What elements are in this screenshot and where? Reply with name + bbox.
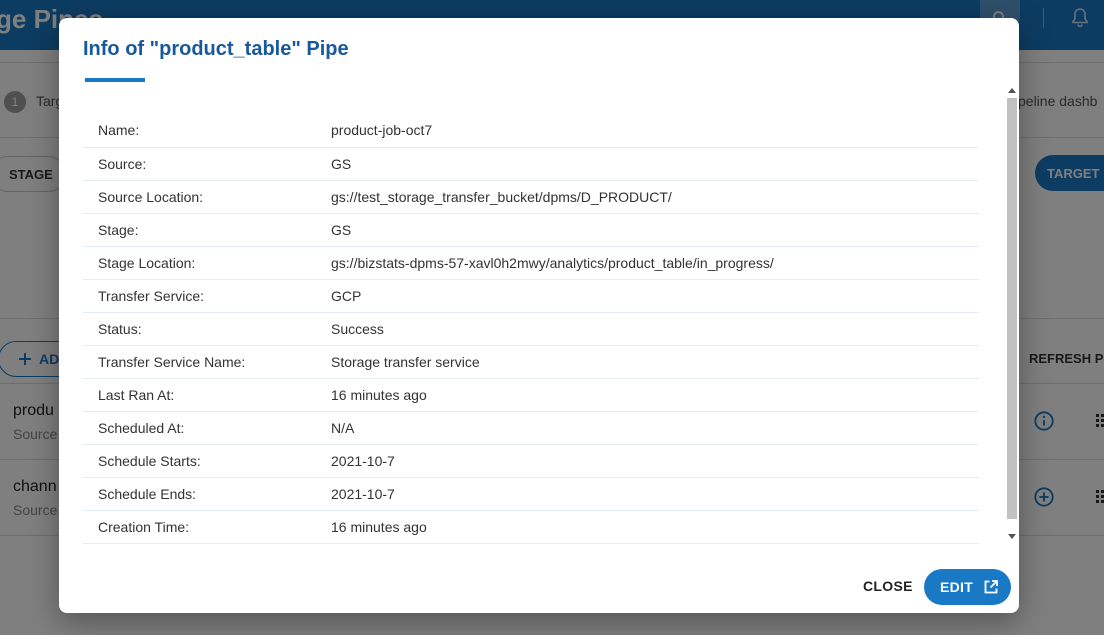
scroll-down-arrow-icon[interactable] xyxy=(1008,534,1016,539)
field-label: Transfer Service: xyxy=(98,287,205,304)
field-value: 2021-10-7 xyxy=(331,452,395,469)
table-row: Status: Success xyxy=(83,312,979,345)
table-row: Stage: GS xyxy=(83,213,979,246)
pipe-info-dialog: Info of "product_table" Pipe Name: produc… xyxy=(59,18,1019,613)
field-value: 16 minutes ago xyxy=(331,518,427,535)
vertical-scrollbar[interactable] xyxy=(1005,84,1019,546)
field-value: Success xyxy=(331,320,384,337)
close-button[interactable]: CLOSE xyxy=(855,569,921,603)
table-row: Transfer Service Name: Storage transfer s… xyxy=(83,345,979,378)
scroll-up-arrow-icon[interactable] xyxy=(1008,88,1016,93)
edit-button[interactable]: EDIT xyxy=(924,569,1011,605)
field-value: Storage transfer service xyxy=(331,353,480,370)
open-in-new-icon xyxy=(984,580,998,594)
field-label: Stage: xyxy=(98,221,139,238)
field-value: 16 minutes ago xyxy=(331,386,427,403)
dialog-title: Info of "product_table" Pipe xyxy=(83,38,349,60)
field-label: Name: xyxy=(98,122,140,139)
field-label: Source Location: xyxy=(98,188,204,205)
field-value: GS xyxy=(331,221,352,238)
field-value: product-job-oct7 xyxy=(331,122,433,139)
field-label: Schedule Starts: xyxy=(98,452,201,469)
field-label: Last Ran At: xyxy=(98,386,175,403)
title-underline xyxy=(85,78,145,82)
field-value: gs://bizstats-dpms-57-xavl0h2mwy/analyti… xyxy=(331,254,774,271)
field-value: gs://test_storage_transfer_bucket/dpms/D… xyxy=(331,188,672,205)
field-label: Creation Time: xyxy=(98,518,190,535)
table-row: Source Location: gs://test_storage_transf… xyxy=(83,180,979,213)
table-row: Schedule Ends: 2021-10-7 xyxy=(83,477,979,510)
table-row: Source: GS xyxy=(83,147,979,180)
table-row: Transfer Service: GCP xyxy=(83,279,979,312)
field-label: Schedule Ends: xyxy=(98,485,197,502)
table-row: Stage Location: gs://bizstats-dpms-57-xav… xyxy=(83,246,979,279)
pipe-info-table: Name: product-job-oct7 Source: GS Source Loc… xyxy=(83,114,979,544)
table-row: Schedule Starts: 2021-10-7 xyxy=(83,444,979,477)
field-label: Source: xyxy=(98,155,147,172)
field-value: GCP xyxy=(331,287,362,304)
field-value: N/A xyxy=(331,419,355,436)
table-row: Scheduled At: N/A xyxy=(83,411,979,444)
field-value: GS xyxy=(331,155,352,172)
edit-button-label: EDIT xyxy=(940,579,974,595)
field-label: Scheduled At: xyxy=(98,419,185,436)
field-label: Transfer Service Name: xyxy=(98,353,246,370)
table-row: Name: product-job-oct7 xyxy=(83,114,979,147)
field-label: Status: xyxy=(98,320,142,337)
table-row: Creation Time: 16 minutes ago xyxy=(83,510,979,543)
scrollbar-thumb[interactable] xyxy=(1007,98,1017,519)
table-row: Last Ran At: 16 minutes ago xyxy=(83,378,979,411)
field-label: Stage Location: xyxy=(98,254,196,271)
dialog-content[interactable]: Name: product-job-oct7 Source: GS Source Loc… xyxy=(83,84,1019,546)
field-value: 2021-10-7 xyxy=(331,485,395,502)
